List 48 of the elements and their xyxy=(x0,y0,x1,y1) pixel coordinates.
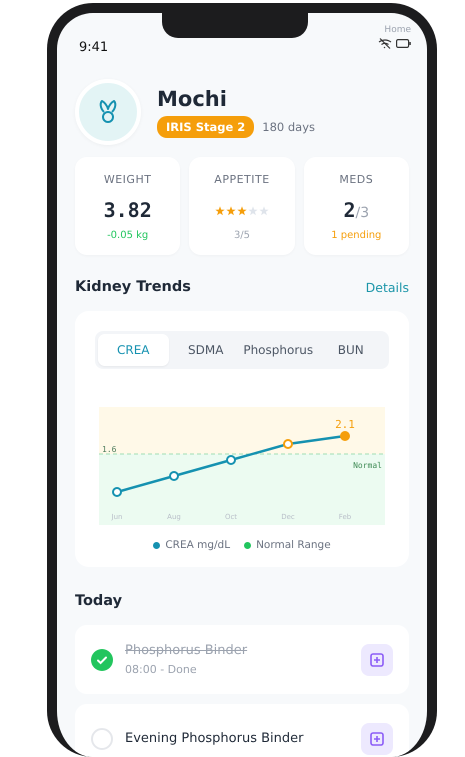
star-icon xyxy=(248,206,258,216)
plus-square-icon xyxy=(370,652,384,666)
stat-value: 2 xyxy=(343,198,356,222)
add-button[interactable] xyxy=(361,644,393,676)
status-time: 9:41 xyxy=(79,40,108,57)
battery-icon xyxy=(396,39,411,48)
star-icon xyxy=(258,206,269,216)
legend-label: Normal Range xyxy=(256,539,331,551)
data-point xyxy=(226,455,236,465)
section-title: Kidney Trends xyxy=(75,279,191,295)
checkbox[interactable] xyxy=(91,648,113,670)
wifi-off-icon xyxy=(378,38,392,49)
star-icon xyxy=(214,206,225,216)
pet-name: Mochi xyxy=(157,86,228,110)
task-title: Evening Phosphorus Binder xyxy=(125,731,304,746)
data-point xyxy=(340,431,350,441)
add-button[interactable] xyxy=(361,722,393,754)
plus-square-icon xyxy=(370,732,384,746)
stat-label: APPETITE xyxy=(214,173,270,186)
tab[interactable]: SDMA xyxy=(170,334,241,366)
rabbit-icon xyxy=(98,100,118,124)
data-point xyxy=(283,439,293,449)
star-icon xyxy=(226,206,236,216)
duration-text: 180 days xyxy=(262,120,316,134)
tab[interactable]: BUN xyxy=(316,334,386,366)
stat-note: 3/5 xyxy=(234,230,250,241)
threshold-label: 1.6 xyxy=(102,445,116,454)
checkbox[interactable] xyxy=(91,728,113,750)
section-title: Today xyxy=(75,593,122,609)
check-icon xyxy=(96,654,108,666)
data-point xyxy=(169,471,179,481)
tab[interactable]: Phosphorus xyxy=(243,334,314,366)
value-label: 2.1 xyxy=(335,418,355,431)
stat-note: 1 pending xyxy=(331,230,382,241)
task-time: 08:00 - Done xyxy=(125,663,198,676)
stat-value: 3.82 xyxy=(104,198,152,224)
stat-note: -0.05 kg xyxy=(107,230,148,241)
stage-badge: IRIS Stage 2 xyxy=(157,116,254,138)
status-label: Home xyxy=(384,25,411,35)
stat-total: /3 xyxy=(356,205,370,221)
task-title: Phosphorus Binder xyxy=(125,643,248,658)
stat-label: MEDS xyxy=(339,173,374,186)
tab[interactable]: CREA xyxy=(98,334,168,366)
zone-label: Normal xyxy=(353,461,382,470)
stat-label: WEIGHT xyxy=(104,173,152,186)
data-point xyxy=(112,487,122,497)
star-icon xyxy=(236,206,247,216)
legend-label: CREA mg/dL xyxy=(165,539,230,551)
